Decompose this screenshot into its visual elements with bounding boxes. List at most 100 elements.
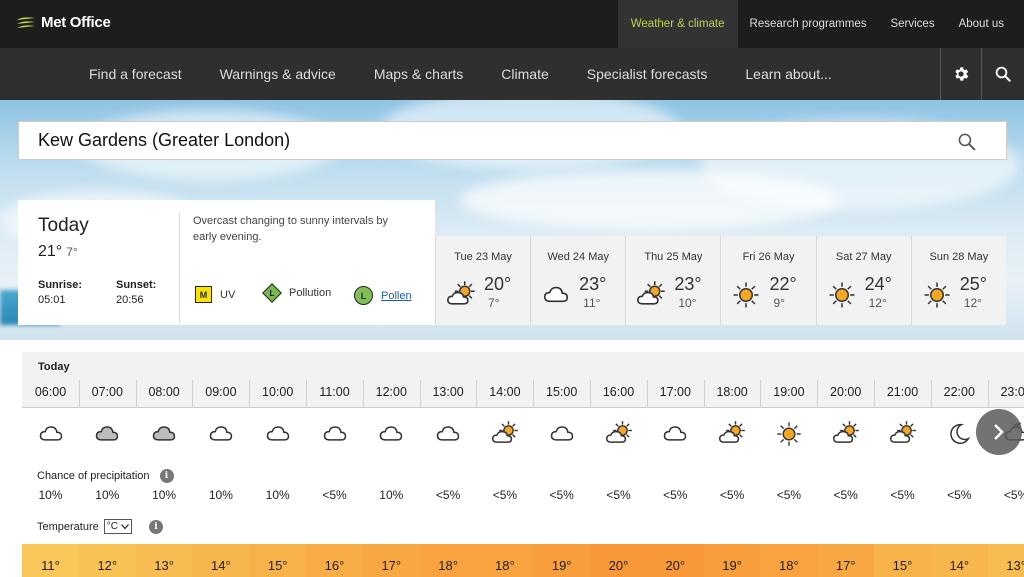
- precipitation-info-icon[interactable]: i: [159, 469, 174, 483]
- top-nav-research[interactable]: Research programmes: [738, 0, 879, 48]
- cloud-icon: [550, 426, 573, 441]
- day-tab[interactable]: Tue 23 May 20° 7°: [435, 236, 531, 325]
- hour-temperature: 13°: [135, 544, 193, 577]
- day-tab[interactable]: Sat 27 May 24° 12°: [815, 236, 911, 325]
- day-tab[interactable]: Wed 24 May 23° 11°: [530, 236, 626, 325]
- uv-indicator[interactable]: M UV: [195, 286, 235, 303]
- brand-name: Met Office: [41, 14, 111, 31]
- temperature-info-icon[interactable]: i: [149, 519, 163, 534]
- hour-precipitation: 10%: [38, 488, 63, 502]
- pollution-indicator[interactable]: L Pollution: [262, 283, 331, 303]
- top-nav: Weather & climate Research programmes Se…: [617, 0, 1024, 48]
- nav-learn-about[interactable]: Learn about...: [726, 48, 850, 100]
- nav-climate[interactable]: Climate: [482, 48, 567, 100]
- search-icon: [995, 66, 1011, 82]
- sunrise-time: 05:01: [38, 294, 66, 306]
- uv-level-badge: M: [195, 286, 212, 303]
- sunset-label: Sunset:: [116, 279, 157, 291]
- day-tab-date: Wed 24 May: [547, 251, 610, 263]
- day-tab-weather-icon: [731, 280, 761, 315]
- cloud-icon: [664, 426, 687, 441]
- pollen-link[interactable]: Pollen: [381, 290, 412, 302]
- hour-temperature: 12°: [78, 544, 136, 577]
- sun-cloud-icon: [889, 421, 916, 443]
- nav-find-forecast[interactable]: Find a forecast: [70, 48, 201, 100]
- hour-divider: [646, 380, 648, 408]
- cloud-icon: [39, 426, 62, 441]
- hour-temperature: 18°: [419, 544, 477, 577]
- hour-precipitation: 10%: [152, 488, 177, 502]
- hour-precipitation: <5%: [492, 488, 518, 502]
- hour-temperature: 16°: [306, 544, 363, 577]
- temperature-unit-select[interactable]: °C: [103, 519, 132, 534]
- day-tab[interactable]: Thu 25 May 23° 10°: [625, 236, 721, 325]
- day-tab-date: Thu 25 May: [644, 251, 703, 263]
- hour-time: 12:00: [375, 385, 407, 399]
- hour-divider: [930, 380, 932, 408]
- sun-icon: [733, 282, 759, 308]
- day-tab-weather-icon: [827, 280, 857, 315]
- nav-warnings[interactable]: Warnings & advice: [201, 48, 355, 100]
- nav-maps-charts[interactable]: Maps & charts: [355, 48, 482, 100]
- hour-precipitation: 10%: [265, 488, 290, 502]
- sun-icon: [924, 282, 950, 308]
- scroll-right-button[interactable]: [976, 409, 1022, 455]
- hour-weather-icon: [817, 420, 874, 448]
- pollution-level-badge: L: [262, 283, 282, 303]
- nav-specialist[interactable]: Specialist forecasts: [568, 48, 727, 100]
- day-tab-high: 24°: [864, 274, 892, 294]
- day-tab[interactable]: Sun 28 May 25° 12°: [910, 236, 1006, 325]
- top-nav-services[interactable]: Services: [878, 0, 946, 48]
- hour-time: 16:00: [602, 385, 635, 399]
- hour-time: 13:00: [432, 385, 464, 399]
- hour-precipitation: <5%: [435, 488, 461, 502]
- hour-temperature: 19°: [533, 544, 591, 577]
- met-office-logo[interactable]: Met Office: [16, 14, 111, 31]
- sun-cloud-icon: [491, 421, 518, 443]
- sun-cloud-icon: [605, 421, 632, 443]
- hour-precipitation: 10%: [95, 488, 120, 502]
- day-tab-high: 23°: [674, 274, 702, 294]
- hour-divider: [419, 380, 421, 408]
- hour-divider: [476, 380, 478, 408]
- hour-temperature: 19°: [703, 544, 761, 577]
- hour-time: 06:00: [34, 385, 67, 399]
- hour-temperature: 15°: [249, 544, 307, 577]
- hour-weather-icon: [136, 420, 193, 448]
- hour-time: 21:00: [886, 385, 919, 399]
- hour-weather-icon: [79, 420, 136, 448]
- moon-icon: [950, 423, 971, 445]
- location-search-button[interactable]: [957, 132, 976, 156]
- hour-temperature: 20°: [646, 544, 704, 577]
- uv-label: UV: [220, 288, 236, 301]
- settings-button[interactable]: [940, 48, 982, 100]
- today-temperatures: 21° 7°: [38, 243, 78, 261]
- hour-precipitation: 10%: [379, 488, 404, 502]
- hour-time: 09:00: [205, 385, 237, 399]
- nav-search-button[interactable]: [982, 48, 1024, 100]
- today-high: 21°: [38, 243, 63, 260]
- day-tab-low: 10°: [678, 296, 697, 310]
- cloud-icon: [544, 286, 569, 303]
- pollen-indicator[interactable]: L Pollen: [354, 286, 412, 305]
- hour-divider: [590, 380, 591, 408]
- hour-divider: [760, 380, 762, 408]
- day-tab-date: Tue 23 May: [454, 251, 512, 263]
- top-nav-about[interactable]: About us: [947, 0, 1024, 48]
- hour-temperature: 13°: [987, 544, 1024, 577]
- today-summary-card[interactable]: Today 21° 7° Sunrise: 05:01 Sunset: 20:56…: [18, 200, 435, 325]
- top-nav-weather-climate[interactable]: Weather & climate: [617, 0, 738, 48]
- temperature-unit-value: °C: [106, 521, 118, 532]
- cloud-icon: [380, 426, 403, 441]
- location-search[interactable]: Kew Gardens (Greater London): [18, 121, 1007, 160]
- hour-temperature: 18°: [760, 544, 818, 577]
- hour-divider: [533, 380, 535, 408]
- today-title: Today: [38, 215, 89, 236]
- hour-temperature: 15°: [874, 544, 931, 577]
- main-nav: Find a forecast Warnings & advice Maps &…: [0, 48, 1024, 100]
- day-tab[interactable]: Fri 26 May 22° 9°: [720, 236, 816, 325]
- today-low: 7°: [66, 245, 78, 259]
- search-icon: [958, 133, 976, 151]
- location-search-input[interactable]: Kew Gardens (Greater London): [38, 130, 290, 151]
- hour-time: 17:00: [659, 385, 691, 399]
